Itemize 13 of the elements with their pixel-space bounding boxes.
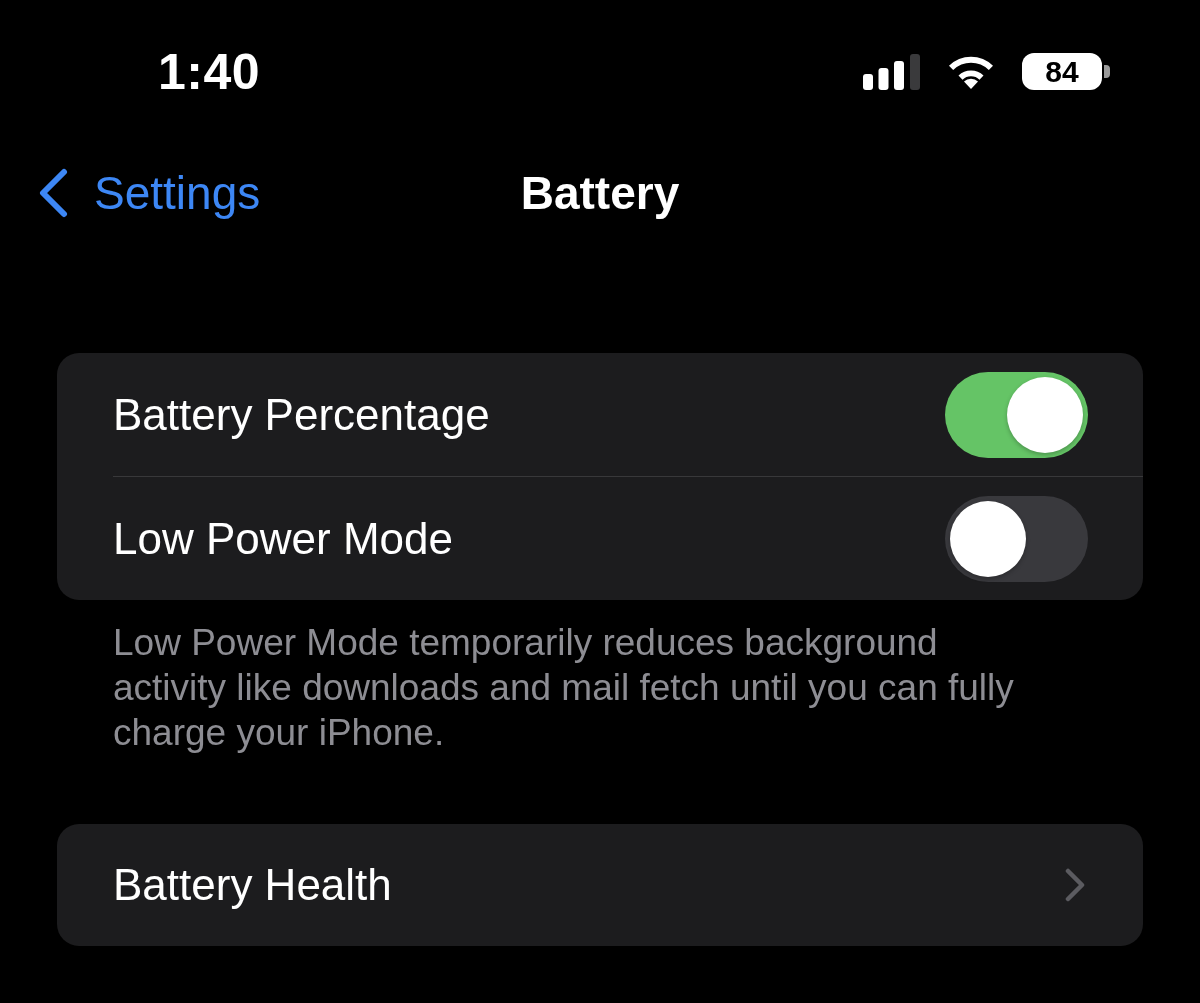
wifi-icon	[948, 54, 994, 89]
settings-list-item[interactable]: Battery Health	[57, 824, 1143, 946]
back-chevron-icon	[38, 168, 68, 218]
setting-label: Battery Percentage	[113, 389, 490, 440]
status-time: 1:40	[158, 42, 261, 101]
setting-label: Low Power Mode	[113, 513, 453, 564]
chevron-right-icon	[1065, 868, 1085, 902]
back-button[interactable]: Settings	[38, 166, 261, 220]
page-title: Battery	[520, 166, 680, 220]
signal-strength-icon	[863, 53, 920, 90]
setting-label: Battery Health	[113, 860, 392, 910]
group-footer-text: Low Power Mode temporarily reduces background activity like downloads and mail fetch until you can fully charge your iPhone.	[113, 621, 1015, 755]
battery-indicator: 84	[1022, 53, 1110, 90]
